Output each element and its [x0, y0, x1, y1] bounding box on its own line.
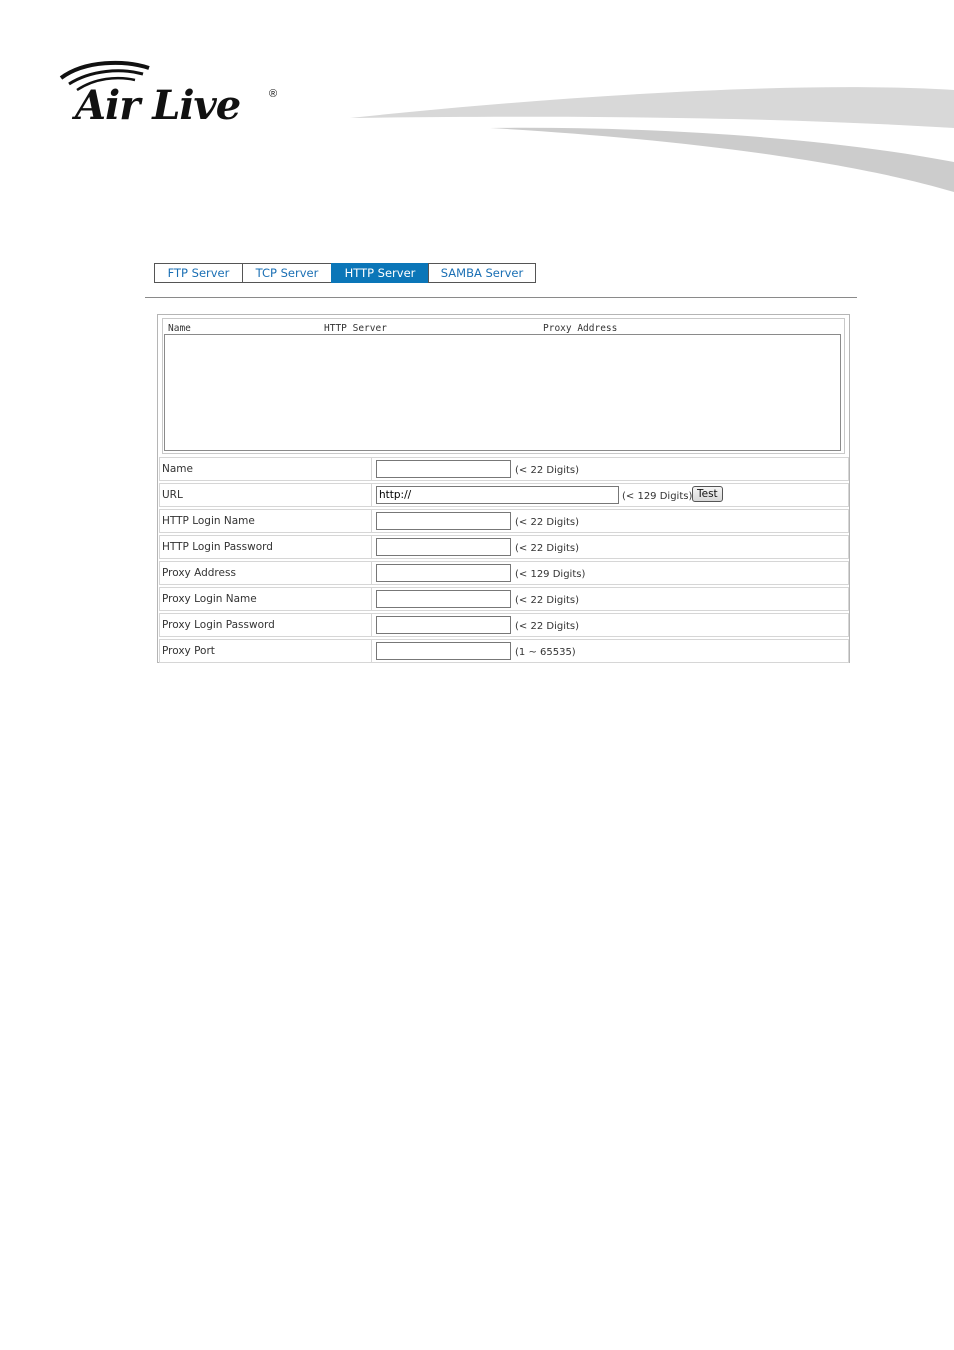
airlive-logo: Air Live ® — [55, 58, 295, 129]
proxy-login-name-label: Proxy Login Name — [160, 588, 372, 610]
name-label: Name — [160, 458, 372, 480]
tab-http-server[interactable]: HTTP Server — [331, 263, 428, 283]
proxy-login-password-label: Proxy Login Password — [160, 614, 372, 636]
http-login-name-input[interactable] — [376, 512, 511, 530]
form-row-proxy-address: Proxy Address (< 129 Digits) — [159, 561, 849, 585]
form-row-http-login-password: HTTP Login Password (< 22 Digits) — [159, 535, 849, 559]
http-login-password-hint: (< 22 Digits) — [515, 543, 579, 554]
header-swoosh-graphic — [350, 87, 954, 192]
proxy-port-hint: (1 ~ 65535) — [515, 647, 576, 658]
form-row-http-login-name: HTTP Login Name (< 22 Digits) — [159, 509, 849, 533]
form-row-name: Name (< 22 Digits) — [159, 457, 849, 481]
proxy-address-label: Proxy Address — [160, 562, 372, 584]
server-listbox[interactable] — [164, 334, 841, 451]
form-row-proxy-login-password: Proxy Login Password (< 22 Digits) — [159, 613, 849, 637]
url-label: URL — [160, 484, 372, 506]
tab-tcp-server[interactable]: TCP Server — [242, 263, 331, 283]
proxy-login-name-input[interactable] — [376, 590, 511, 608]
test-button[interactable]: Test — [692, 486, 723, 502]
server-list-container: Name HTTP Server Proxy Address — [162, 318, 845, 454]
name-input[interactable] — [376, 460, 511, 478]
name-hint: (< 22 Digits) — [515, 465, 579, 476]
proxy-address-hint: (< 129 Digits) — [515, 569, 586, 580]
url-hint: (< 129 Digits) — [622, 491, 693, 502]
form-row-proxy-port: Proxy Port (1 ~ 65535) — [159, 639, 849, 663]
proxy-port-label: Proxy Port — [160, 640, 372, 662]
http-login-name-hint: (< 22 Digits) — [515, 517, 579, 528]
server-tabs: FTP Server TCP Server HTTP Server SAMBA … — [154, 263, 536, 283]
proxy-port-input[interactable] — [376, 642, 511, 660]
proxy-login-password-input[interactable] — [376, 616, 511, 634]
form-row-url: URL (< 129 Digits) Test — [159, 483, 849, 507]
tab-ftp-server[interactable]: FTP Server — [154, 263, 242, 283]
http-login-password-input[interactable] — [376, 538, 511, 556]
form-row-proxy-login-name: Proxy Login Name (< 22 Digits) — [159, 587, 849, 611]
column-header-name: Name — [168, 323, 191, 334]
proxy-login-name-hint: (< 22 Digits) — [515, 595, 579, 606]
column-header-proxy-address: Proxy Address — [543, 323, 618, 334]
http-login-password-label: HTTP Login Password — [160, 536, 372, 558]
column-header-http-server: HTTP Server — [324, 323, 387, 334]
divider — [145, 297, 857, 298]
url-input[interactable] — [376, 486, 619, 504]
logo-text: Air Live — [75, 82, 241, 129]
proxy-login-password-hint: (< 22 Digits) — [515, 621, 579, 632]
tab-samba-server[interactable]: SAMBA Server — [428, 263, 536, 283]
registered-mark: ® — [269, 88, 278, 100]
http-login-name-label: HTTP Login Name — [160, 510, 372, 532]
http-server-panel: Name HTTP Server Proxy Address Name (< 2… — [157, 314, 850, 663]
proxy-address-input[interactable] — [376, 564, 511, 582]
